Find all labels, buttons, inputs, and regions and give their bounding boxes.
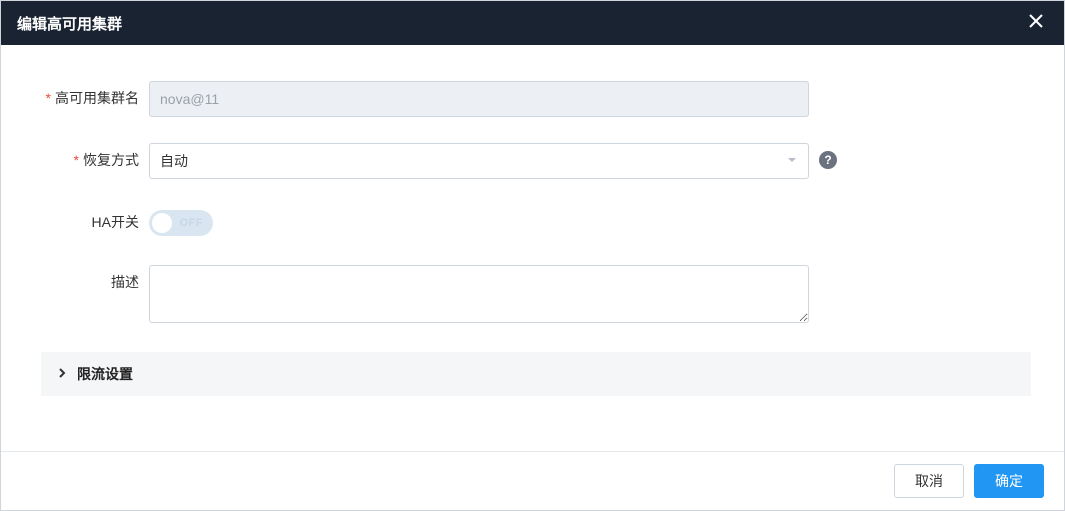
recovery-mode-label: 恢复方式 bbox=[41, 143, 149, 170]
help-icon[interactable]: ? bbox=[819, 151, 837, 169]
recovery-mode-select[interactable]: 自动 bbox=[149, 143, 809, 179]
switch-state-label: OFF bbox=[180, 217, 204, 229]
ha-switch-row: HA开关 OFF bbox=[41, 205, 1024, 239]
dialog-header: 编辑高可用集群 bbox=[1, 1, 1064, 45]
cluster-name-row: 高可用集群名 bbox=[41, 81, 1024, 117]
recovery-mode-row: 恢复方式 自动 ? bbox=[41, 143, 1024, 179]
dialog-body: 高可用集群名 恢复方式 自动 ? HA开关 bbox=[1, 45, 1064, 451]
description-row: 描述 bbox=[41, 265, 1024, 326]
switch-knob bbox=[152, 213, 172, 233]
close-icon[interactable] bbox=[1024, 9, 1048, 37]
rate-limit-label: 限流设置 bbox=[77, 364, 133, 384]
cluster-name-input bbox=[149, 81, 809, 117]
confirm-button[interactable]: 确定 bbox=[974, 464, 1044, 498]
ha-switch-toggle[interactable]: OFF bbox=[149, 210, 213, 236]
ha-switch-label: HA开关 bbox=[41, 205, 149, 232]
rate-limit-section[interactable]: 限流设置 bbox=[41, 352, 1031, 396]
description-label: 描述 bbox=[41, 265, 149, 292]
dialog-footer: 取消 确定 bbox=[1, 451, 1064, 510]
cancel-button[interactable]: 取消 bbox=[894, 464, 964, 498]
chevron-right-icon bbox=[57, 366, 67, 382]
cluster-name-label: 高可用集群名 bbox=[41, 81, 149, 108]
description-textarea[interactable] bbox=[149, 265, 809, 323]
recovery-mode-value: 自动 bbox=[160, 151, 188, 171]
chevron-down-icon bbox=[786, 153, 798, 169]
dialog-title: 编辑高可用集群 bbox=[17, 13, 122, 34]
edit-ha-cluster-dialog: 编辑高可用集群 高可用集群名 恢复方式 自动 bbox=[0, 0, 1065, 511]
